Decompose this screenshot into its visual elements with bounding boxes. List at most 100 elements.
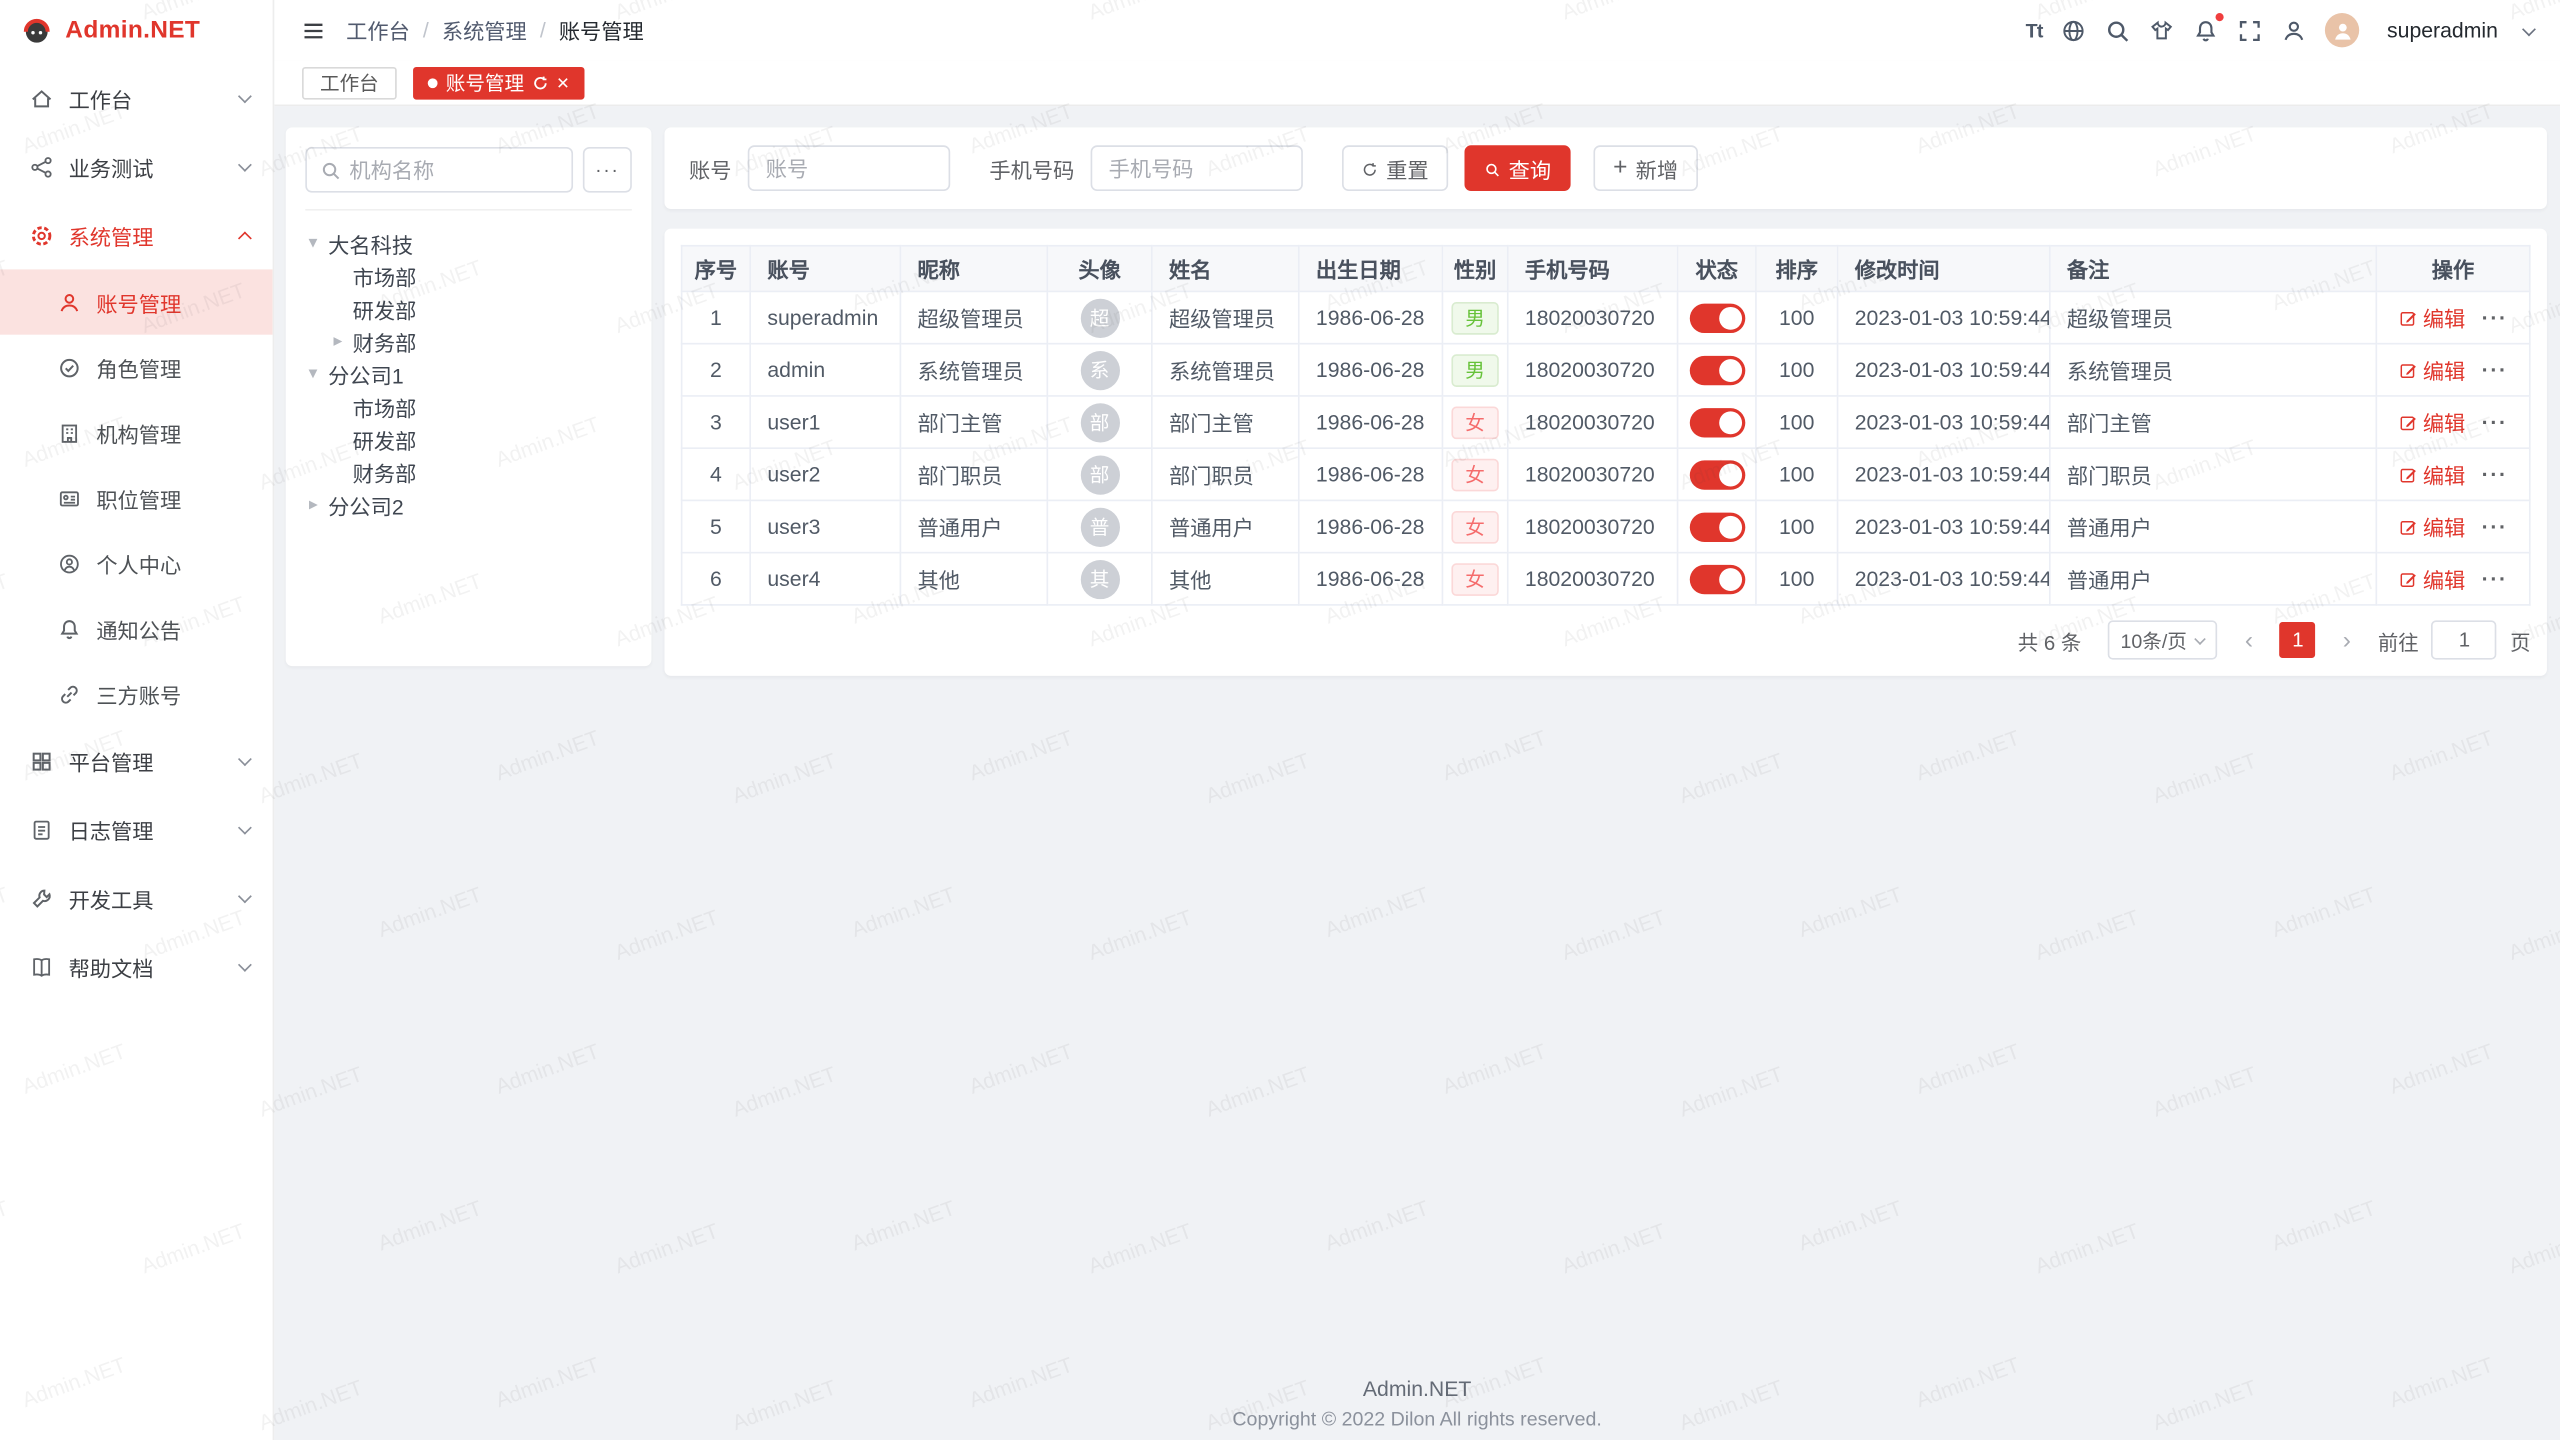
search-icon[interactable] [2105,17,2131,43]
org-search-field[interactable] [305,147,573,193]
org-search-input[interactable] [349,158,558,182]
language-icon[interactable] [2061,17,2087,43]
phone-field[interactable] [1091,145,1303,191]
chevron-down-icon [2195,633,2207,645]
column-header-name: 姓名 [1152,246,1299,292]
row-more-button[interactable]: ··· [2482,358,2508,382]
breadcrumb-workbench[interactable]: 工作台 [346,15,410,46]
status-toggle[interactable] [1689,407,1745,436]
tree-node[interactable]: ▶分公司2 [305,488,632,521]
breadcrumb-system-management[interactable]: 系统管理 [442,15,527,46]
edit-button[interactable]: 编辑 [2398,302,2465,333]
font-size-icon[interactable]: Tt [2026,17,2043,43]
tree-caret-icon[interactable]: ▶ [307,366,320,382]
tree-caret-icon[interactable]: ▶ [307,235,320,251]
building-icon [57,420,81,444]
sidebar-subitem-account-management[interactable]: 账号管理 [0,269,273,334]
account-input[interactable] [766,156,933,180]
sidebar-subitem-label: 个人中心 [96,548,272,579]
row-actions: 编辑 ··· [2398,563,2507,594]
add-button[interactable]: + 新增 [1594,145,1698,191]
edit-button[interactable]: 编辑 [2398,407,2465,438]
cell-name: 其他 [1152,553,1299,605]
current-page-button[interactable]: 1 [2280,622,2316,658]
page-size-select[interactable]: 10条/页 [2107,620,2218,659]
tree-caret-icon[interactable]: ▶ [330,335,346,348]
user-avatar[interactable] [2325,13,2359,47]
prev-page-button[interactable]: ‹ [2231,622,2267,658]
sidebar-subitem-position-management[interactable]: 职位管理 [0,465,273,530]
tree-node[interactable]: ▶财务部 [305,325,632,358]
status-toggle[interactable] [1689,460,1745,489]
chevron-down-icon [238,820,252,834]
edit-button[interactable]: 编辑 [2398,563,2465,594]
tree-node[interactable]: 研发部 [305,423,632,456]
edit-button[interactable]: 编辑 [2398,459,2465,490]
status-toggle[interactable] [1689,303,1745,332]
status-toggle[interactable] [1689,564,1745,593]
sidebar-subitem-label: 三方账号 [96,678,272,709]
menu-collapse-icon[interactable] [300,17,326,43]
tab-workbench[interactable]: 工作台 [302,66,397,99]
sidebar-item-label: 业务测试 [69,151,240,182]
sidebar-item-help-docs[interactable]: 帮助文档 [0,932,273,1001]
close-icon[interactable]: × [557,72,569,93]
row-actions: 编辑 ··· [2398,511,2507,542]
sidebar-item-log-management[interactable]: 日志管理 [0,795,273,864]
row-more-button[interactable]: ··· [2482,514,2508,538]
phone-input[interactable] [1109,156,1285,180]
sidebar-subitem-third-party-account[interactable]: 三方账号 [0,661,273,726]
edit-button[interactable]: 编辑 [2398,354,2465,385]
goto-page-input[interactable] [2432,620,2497,659]
theme-icon[interactable] [2149,17,2175,43]
sidebar-item-workbench[interactable]: 工作台 [0,64,273,133]
cell-phone: 18020030720 [1508,500,1678,552]
app-logo: Admin.NET [0,0,273,60]
sidebar-item-business-test[interactable]: 业务测试 [0,132,273,201]
edit-button[interactable]: 编辑 [2398,511,2465,542]
tree-node[interactable]: 市场部 [305,390,632,423]
notification-icon[interactable] [2193,17,2219,43]
sidebar-subitem-personal-center[interactable]: 个人中心 [0,531,273,596]
status-toggle[interactable] [1689,512,1745,541]
row-more-button[interactable]: ··· [2482,410,2508,434]
fullscreen-icon[interactable] [2237,17,2263,43]
cell-phone: 18020030720 [1508,344,1678,396]
account-field[interactable] [748,145,950,191]
tree-node[interactable]: ▶ 分公司1 [305,358,632,391]
cell-modified: 2023-01-03 10:59:44 [1838,500,2050,552]
sidebar-item-dev-tools[interactable]: 开发工具 [0,864,273,933]
user-setting-icon[interactable] [2281,17,2307,43]
next-page-button[interactable]: › [2329,622,2365,658]
refresh-icon[interactable] [532,74,548,90]
tree-node[interactable]: ▶大名科技 [305,227,632,260]
status-toggle[interactable] [1689,355,1745,384]
cell-index: 2 [682,344,751,396]
row-more-button[interactable]: ··· [2482,567,2508,591]
column-header-modified: 修改时间 [1838,246,2050,292]
breadcrumb-separator: / [540,18,546,42]
chevron-down-icon[interactable] [2522,22,2536,36]
grid-icon [29,749,53,773]
username[interactable]: superadmin [2387,18,2498,42]
tree-node-label: 分公司1 [328,358,403,389]
tab-account-management[interactable]: 账号管理 × [413,66,584,99]
org-more-button[interactable]: ··· [583,147,632,193]
row-more-button[interactable]: ··· [2482,305,2508,329]
tree-node[interactable]: 市场部 [305,260,632,293]
cell-birth: 1986-06-28 [1299,396,1443,448]
search-button[interactable]: 查询 [1465,145,1571,191]
row-more-button[interactable]: ··· [2482,462,2508,486]
tree-node[interactable]: 财务部 [305,456,632,489]
tree-node[interactable]: 研发部 [305,292,632,325]
sidebar-subitem-notice-management[interactable]: 通知公告 [0,596,273,661]
sidebar-item-platform-management[interactable]: 平台管理 [0,727,273,796]
tree-caret-icon[interactable]: ▶ [305,498,321,511]
sidebar-item-system-management[interactable]: 系统管理 [0,201,273,270]
reset-button[interactable]: 重置 [1342,145,1448,191]
sidebar-subitem-org-management[interactable]: 机构管理 [0,400,273,465]
edit-label: 编辑 [2423,354,2465,385]
sidebar-subitem-role-management[interactable]: 角色管理 [0,335,273,400]
cell-modified: 2023-01-03 10:59:44 [1838,291,2050,343]
cell-status [1678,396,1756,448]
